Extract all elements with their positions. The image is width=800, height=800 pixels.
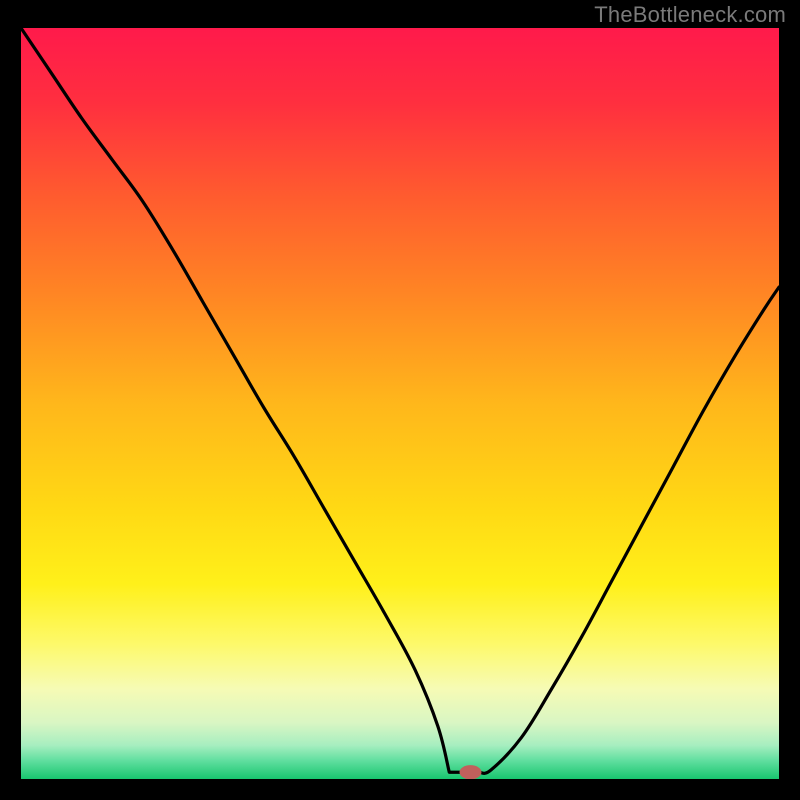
gradient-background: [21, 28, 779, 779]
watermark-text: TheBottleneck.com: [594, 2, 786, 28]
optimum-marker: [460, 765, 482, 779]
plot-svg: [21, 28, 779, 779]
chart-frame: TheBottleneck.com: [0, 0, 800, 800]
plot-area: [21, 28, 779, 779]
